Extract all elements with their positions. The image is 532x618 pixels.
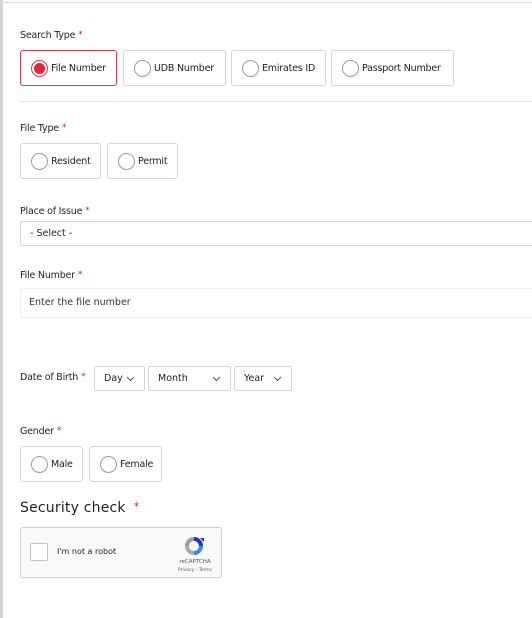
date-of-birth-label-text: Date of Birth bbox=[20, 372, 79, 383]
radio-icon[interactable] bbox=[118, 152, 135, 170]
recaptcha-checkbox[interactable] bbox=[30, 543, 48, 561]
required-asterisk: * bbox=[85, 206, 90, 216]
place-of-issue-select[interactable]: - Select - bbox=[20, 221, 532, 246]
gender-label: Gender * bbox=[20, 426, 61, 437]
required-asterisk: * bbox=[81, 372, 86, 382]
security-check-title-text: Security check bbox=[20, 500, 126, 516]
recaptcha-logo-icon bbox=[185, 537, 204, 555]
search-type-option-file-number[interactable]: File Number bbox=[20, 50, 117, 86]
required-asterisk: * bbox=[56, 426, 62, 436]
dob-month-value: Month bbox=[158, 373, 188, 384]
file-number-input[interactable]: Enter the file number bbox=[20, 288, 532, 318]
required-asterisk: * bbox=[77, 270, 83, 280]
required-asterisk: * bbox=[78, 30, 83, 40]
file-number-label-text: File Number bbox=[20, 270, 75, 281]
radio-selected-icon[interactable] bbox=[31, 59, 48, 77]
option-label: Emirates ID bbox=[262, 62, 316, 74]
recaptcha-widget: I'm not a robot reCAPTCHA Privacy - Term… bbox=[20, 527, 222, 578]
chevron-down-icon bbox=[273, 376, 282, 381]
dob-year-select[interactable]: Year bbox=[234, 366, 292, 391]
option-label: Resident bbox=[51, 155, 91, 167]
chevron-down-icon bbox=[212, 376, 221, 381]
required-asterisk: * bbox=[61, 123, 67, 133]
security-check-title: Security check * bbox=[20, 500, 139, 516]
radio-icon[interactable] bbox=[342, 59, 359, 77]
radio-dot bbox=[34, 62, 45, 74]
file-type-label: File Type * bbox=[20, 123, 66, 134]
radio-icon[interactable] bbox=[134, 59, 151, 77]
search-type-label: Search Type * bbox=[20, 30, 83, 41]
required-asterisk: * bbox=[133, 500, 140, 513]
page-left-border bbox=[0, 0, 3, 618]
dob-day-value: Day bbox=[104, 373, 123, 384]
search-type-option-emirates-id[interactable]: Emirates ID bbox=[231, 50, 326, 86]
search-type-option-passport-number[interactable]: Passport Number bbox=[331, 50, 454, 86]
search-type-option-udb-number[interactable]: UDB Number bbox=[123, 50, 226, 86]
option-label: File Number bbox=[51, 62, 106, 74]
search-type-label-text: Search Type bbox=[20, 30, 76, 41]
file-type-option-permit[interactable]: Permit bbox=[107, 143, 178, 179]
recaptcha-brand: reCAPTCHA bbox=[179, 559, 211, 565]
gender-option-male[interactable]: Male bbox=[20, 446, 83, 482]
file-type-option-resident[interactable]: Resident bbox=[20, 143, 101, 179]
chevron-down-icon bbox=[126, 376, 135, 381]
radio-icon[interactable] bbox=[242, 59, 259, 77]
page-top-border bbox=[0, 2, 532, 3]
gender-option-female[interactable]: Female bbox=[89, 446, 162, 482]
recaptcha-privacy-terms-links[interactable]: Privacy - Terms bbox=[173, 568, 217, 573]
place-of-issue-label: Place of Issue * bbox=[20, 206, 90, 217]
place-of-issue-label-text: Place of Issue bbox=[20, 206, 83, 217]
dob-month-select[interactable]: Month bbox=[148, 366, 231, 391]
file-type-label-text: File Type bbox=[20, 123, 59, 134]
option-label: Permit bbox=[138, 155, 168, 167]
option-label: Female bbox=[120, 458, 154, 470]
gender-label-text: Gender bbox=[20, 426, 54, 437]
date-of-birth-label: Date of Birth * bbox=[20, 372, 86, 383]
option-label: Male bbox=[51, 458, 73, 470]
radio-icon[interactable] bbox=[31, 455, 48, 473]
option-label: UDB Number bbox=[154, 62, 214, 74]
file-number-label: File Number * bbox=[20, 270, 82, 281]
dob-year-value: Year bbox=[244, 373, 265, 384]
recaptcha-checkbox-label: I'm not a robot bbox=[57, 547, 117, 556]
radio-icon[interactable] bbox=[31, 152, 48, 170]
dob-day-select[interactable]: Day bbox=[94, 366, 145, 391]
option-label: Passport Number bbox=[362, 62, 441, 74]
radio-icon[interactable] bbox=[100, 455, 117, 473]
section-divider bbox=[20, 101, 532, 102]
